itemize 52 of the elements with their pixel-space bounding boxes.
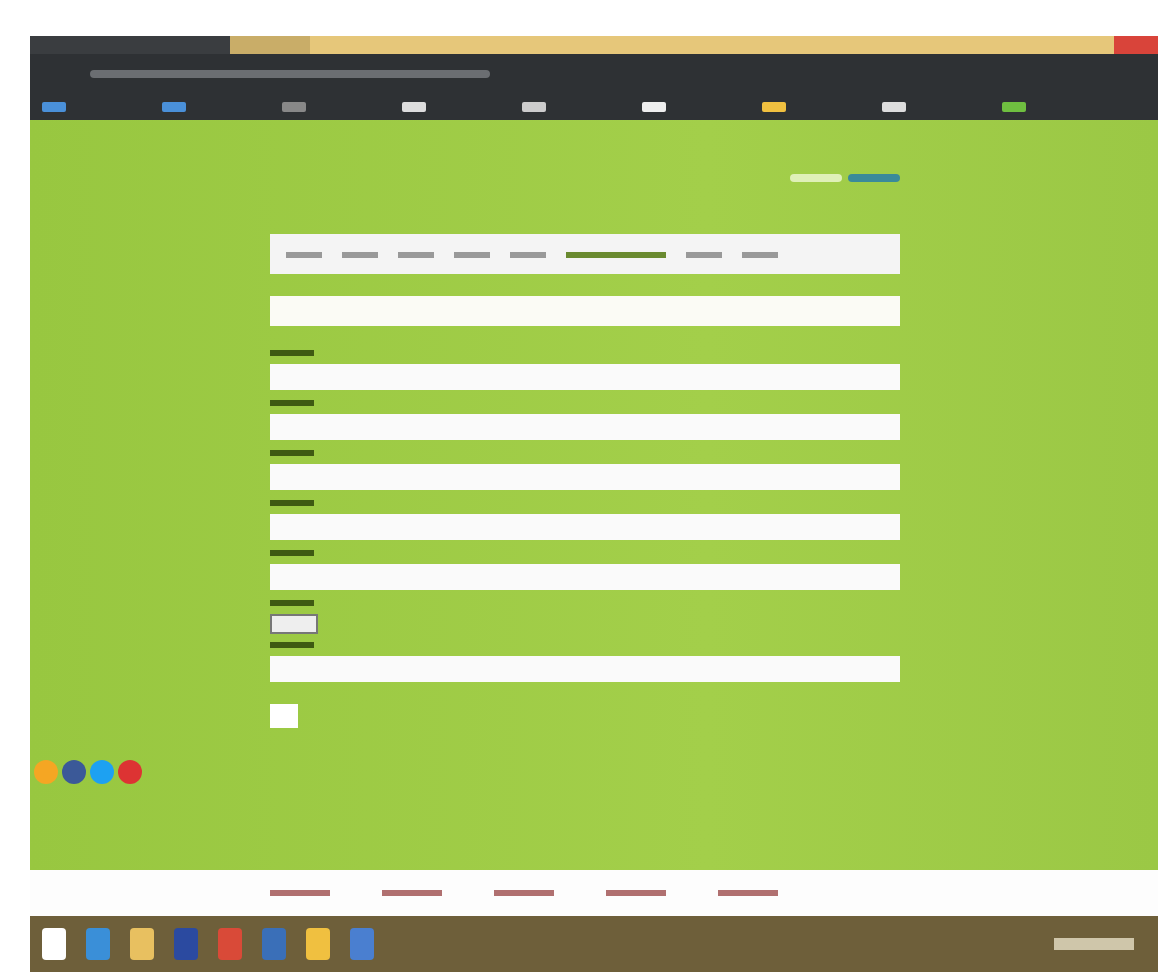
field-label [270, 450, 314, 456]
field-label [270, 642, 314, 648]
taskbar-app-icon[interactable] [350, 928, 374, 960]
taskbar-app-icon[interactable] [42, 928, 66, 960]
nav-item[interactable] [286, 251, 322, 257]
footer-link[interactable] [494, 890, 554, 896]
footer-link[interactable] [270, 890, 330, 896]
address-bar[interactable] [90, 69, 490, 77]
nav-item[interactable] [454, 251, 490, 257]
language-option[interactable] [790, 173, 842, 181]
field-label [270, 600, 314, 606]
field-label [270, 400, 314, 406]
taskbar-app-icon[interactable] [262, 928, 286, 960]
submit-button[interactable] [270, 704, 298, 728]
field-label [270, 500, 314, 506]
input-field[interactable] [270, 414, 900, 440]
input-field[interactable] [270, 564, 900, 590]
nav-item[interactable] [510, 251, 546, 257]
social-icon[interactable] [118, 760, 142, 784]
input-field[interactable] [270, 656, 900, 682]
nav-item[interactable] [566, 251, 666, 257]
bookmark-item[interactable] [522, 101, 546, 111]
bookmark-item[interactable] [642, 101, 666, 111]
bookmark-item[interactable] [1002, 101, 1026, 111]
social-icon[interactable] [90, 760, 114, 784]
language-option[interactable] [848, 173, 900, 181]
taskbar-app-icon[interactable] [306, 928, 330, 960]
taskbar-app-icon[interactable] [130, 928, 154, 960]
input-field[interactable] [270, 464, 900, 490]
nav-item[interactable] [398, 251, 434, 257]
field-label [270, 350, 314, 356]
bookmark-item[interactable] [402, 101, 426, 111]
browser-tab[interactable] [30, 36, 230, 54]
footer-link[interactable] [382, 890, 442, 896]
taskbar-app-icon[interactable] [174, 928, 198, 960]
input-field[interactable] [270, 514, 900, 540]
browser-tab[interactable] [230, 36, 310, 54]
close-button[interactable] [1114, 36, 1158, 54]
field-label [270, 550, 314, 556]
taskbar-app-icon[interactable] [86, 928, 110, 960]
social-icon[interactable] [62, 760, 86, 784]
footer-link[interactable] [718, 890, 778, 896]
system-tray [1054, 938, 1134, 950]
bookmark-item[interactable] [882, 101, 906, 111]
nav-item[interactable] [742, 251, 778, 257]
input-field[interactable] [270, 364, 900, 390]
taskbar-app-icon[interactable] [218, 928, 242, 960]
nav-item[interactable] [342, 251, 378, 257]
choose-file-button[interactable] [270, 614, 318, 634]
bookmark-item[interactable] [762, 101, 786, 111]
nav-item[interactable] [686, 251, 722, 257]
footer-link[interactable] [606, 890, 666, 896]
